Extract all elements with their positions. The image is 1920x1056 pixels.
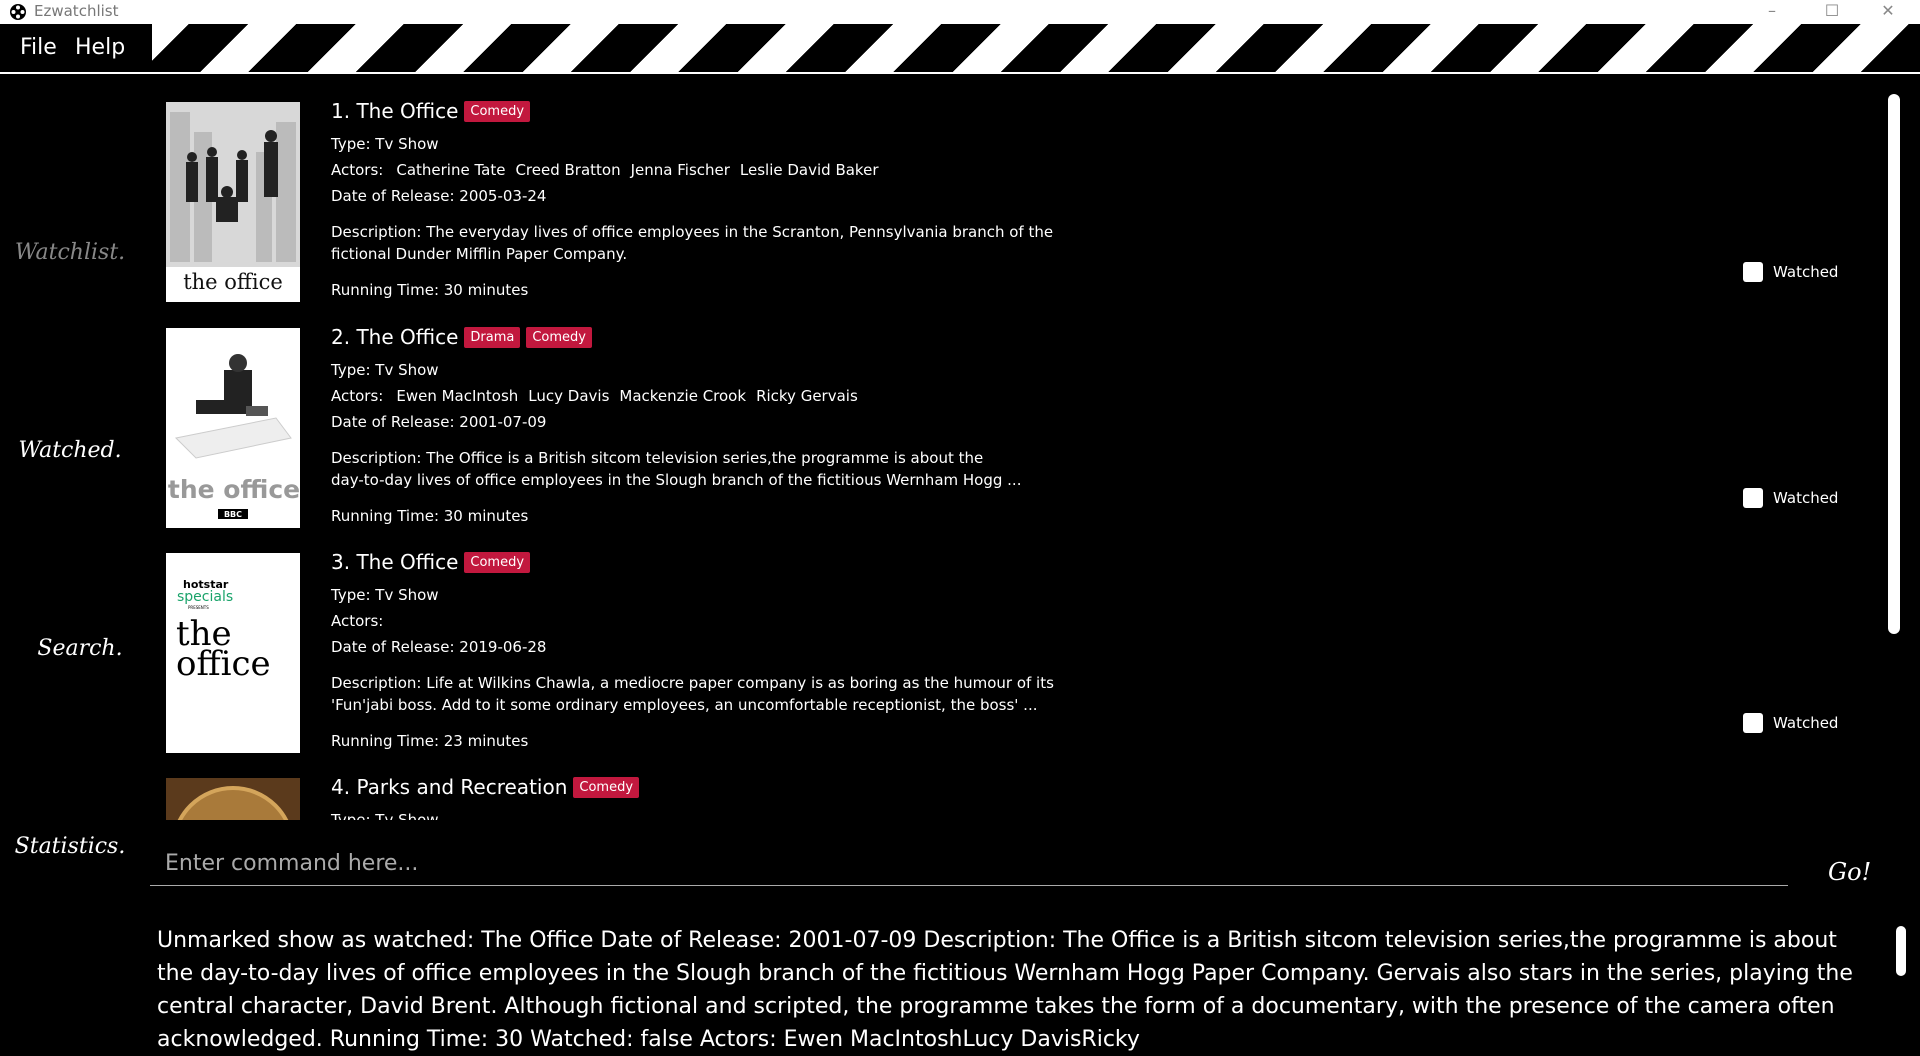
film-reel-icon (10, 4, 26, 20)
show-release-date: Date of Release: 2005-03-24 (331, 187, 547, 205)
show-title: 1. The Office (331, 99, 459, 123)
watched-toggle[interactable]: Watched (1743, 713, 1838, 733)
show-card[interactable]: hotstar specials PRESENTS the office 3. … (150, 535, 1850, 760)
command-input[interactable] (150, 842, 1788, 886)
show-poster: hotstar specials PRESENTS the office (166, 553, 300, 753)
show-running-time: Running Time: 23 minutes (331, 732, 529, 750)
nav-search[interactable]: Search. (10, 636, 150, 661)
genre-tag: Comedy (526, 326, 592, 348)
svg-text:PRESENTS: PRESENTS (188, 605, 209, 610)
nav-statistics[interactable]: Statistics. (0, 834, 140, 859)
show-type: Type: Tv Show (331, 586, 439, 604)
menu-bar: File Help (0, 24, 1920, 74)
show-actors: Actors: (331, 612, 384, 630)
show-card[interactable]: the office BBC 2. The Office Drama Comed… (150, 310, 1850, 535)
svg-text:the office: the office (183, 270, 283, 294)
svg-text:office: office (176, 644, 271, 684)
show-description-cont: fictional Dunder Mifflin Paper Company. (331, 245, 628, 263)
svg-text:specials: specials (177, 589, 233, 605)
show-card[interactable]: 4. Parks and Recreation Comedy Type: Tv … (150, 760, 1850, 820)
show-title: 2. The Office (331, 325, 459, 349)
menu-file[interactable]: File (20, 35, 57, 60)
show-card[interactable]: the office 1. The Office Comedy Type: Tv… (150, 84, 1850, 309)
genre-tag: Drama (464, 326, 521, 348)
show-poster (166, 778, 300, 820)
show-description-cont: day-to-day lives of office employees in … (331, 471, 1022, 489)
minimize-button[interactable]: – (1744, 0, 1800, 24)
genre-tag: Comedy (464, 551, 531, 573)
show-description: Description: The everyday lives of offic… (331, 223, 1054, 241)
show-type: Type: Tv Show (331, 135, 439, 153)
show-actors: Actors: Catherine Tate Creed Bratton Jenna … (331, 161, 879, 179)
show-type: Type: Tv Show (331, 361, 439, 379)
show-running-time: Running Time: 30 minutes (331, 507, 529, 525)
watched-toggle[interactable]: Watched (1743, 262, 1838, 282)
show-poster: the office BBC (166, 328, 300, 528)
show-description-cont: 'Fun'jabi boss. Add to it some ordinary … (331, 696, 1038, 714)
watched-checkbox[interactable] (1743, 262, 1763, 282)
show-poster: the office (166, 102, 300, 302)
genre-tag: Comedy (573, 776, 640, 798)
go-button[interactable]: Go! (1828, 858, 1871, 886)
show-description: Description: The Office is a British sit… (331, 449, 984, 467)
window-title: Ezwatchlist (34, 2, 119, 20)
svg-text:BBC: BBC (224, 510, 242, 519)
close-button[interactable]: ✕ (1860, 0, 1916, 24)
show-release-date: Date of Release: 2019-06-28 (331, 638, 547, 656)
show-title: 4. Parks and Recreation (331, 775, 568, 799)
show-running-time: Running Time: 30 minutes (331, 281, 529, 299)
show-actors: Actors: Ewen MacIntosh Lucy Davis Mackenzie… (331, 387, 858, 405)
watched-checkbox[interactable] (1743, 713, 1763, 733)
svg-text:the office: the office (168, 475, 300, 504)
show-release-date: Date of Release: 2001-07-09 (331, 413, 547, 431)
nav-watchlist[interactable]: Watchlist. (0, 240, 140, 265)
menu-help[interactable]: Help (75, 35, 125, 60)
nav-watched[interactable]: Watched. (0, 438, 140, 463)
show-list: the office 1. The Office Comedy Type: Tv… (150, 84, 1890, 820)
genre-tag: Comedy (464, 100, 531, 122)
show-title: 3. The Office (331, 550, 459, 574)
result-display: Unmarked show as watched: The Office Dat… (157, 928, 1853, 1052)
show-type: Type: Tv Show (331, 811, 439, 820)
watched-toggle[interactable]: Watched (1743, 488, 1838, 508)
show-description: Description: Life at Wilkins Chawla, a m… (331, 674, 1054, 692)
title-bar: Ezwatchlist – ☐ ✕ (0, 0, 1920, 24)
watched-checkbox[interactable] (1743, 488, 1763, 508)
maximize-button[interactable]: ☐ (1804, 0, 1860, 24)
result-scrollbar[interactable] (1896, 926, 1906, 976)
list-scrollbar[interactable] (1888, 94, 1900, 634)
